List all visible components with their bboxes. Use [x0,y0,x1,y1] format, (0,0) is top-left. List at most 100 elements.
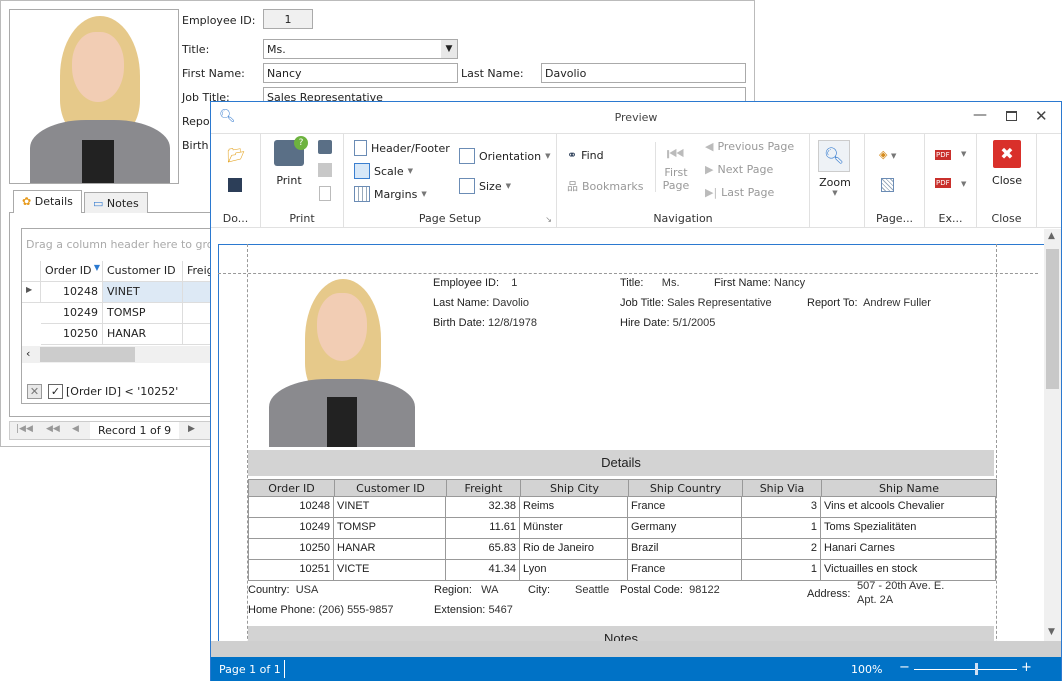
scroll-thumb[interactable] [40,347,135,362]
label: Bookmarks [582,179,644,193]
orientation-button[interactable]: Orientation ▼ [459,148,551,164]
column-label: Order ID [45,264,92,277]
find-button[interactable]: ⚭ Find [567,148,604,162]
report-country-label: Country: [248,584,290,596]
report-employee-id-label: Employee ID: [433,277,500,289]
margins-button[interactable]: Margins ▼ [354,186,427,202]
report-table-cell: Reims [520,497,628,518]
watermark-icon[interactable] [881,178,894,192]
scroll-down-icon[interactable]: ▼ [1048,627,1055,637]
employee-id-field[interactable]: 1 [263,9,313,29]
size-button[interactable]: Size ▼ [459,178,511,194]
zoom-out-button[interactable]: − [899,660,910,675]
report-hire-label: Hire Date: [620,317,670,329]
grid-cell[interactable]: VINET [103,282,183,303]
zoom-slider-thumb[interactable] [974,663,978,675]
report-table-cell: 41.34 [446,560,520,581]
column-header-customer-id[interactable]: Customer ID [103,261,183,282]
tab-notes-label: Notes [106,197,139,210]
tab-details[interactable]: ✿ Details [13,190,82,213]
ribbon-group-close: ✖ Close Close [977,134,1037,228]
close-preview-button[interactable]: ✖ Close [989,140,1025,187]
last-name-field[interactable]: Davolio [541,63,746,83]
save-icon[interactable] [228,178,242,192]
report-last-name-label: Last Name: [433,297,490,309]
last-page-button[interactable]: ▶| Last Page [705,186,774,199]
scroll-left-icon[interactable]: ‹ [26,347,30,360]
tab-notes[interactable]: ▭ Notes [84,192,148,213]
grid-cell[interactable]: 10248 [41,282,103,303]
chevron-down-icon[interactable]: ▼ [441,40,457,58]
report-region-label: Region: [434,584,472,596]
page-options-icon[interactable] [319,186,331,201]
report-country: USA [295,584,319,596]
open-icon[interactable]: 📂︎ [227,148,245,164]
zoom-percent: 100% [851,663,883,676]
report-birth-date: 12/8/1978 [488,317,537,329]
filter-enabled-checkbox[interactable]: ✓ [48,384,63,399]
gear-icon: ✿ [22,195,32,208]
report-title: Ms. [661,277,680,289]
scale-button[interactable]: Scale ▼ [354,163,413,179]
bookmarks-icon: 品 [567,180,578,193]
label: Previous Page [717,140,795,153]
bookmarks-button[interactable]: 品 Bookmarks [567,178,643,194]
page-setup-dialog-launcher[interactable]: ↘ [545,215,552,224]
clear-filter-icon[interactable]: ✕ [27,384,42,399]
print-dialog-icon[interactable] [318,163,332,177]
report-report-to-label: Report To: [807,297,858,309]
page-color-icon[interactable]: ◈ ▼ [879,148,896,161]
prev-page-icon[interactable]: ◀◀ [46,424,60,434]
label: Find [581,148,604,162]
maximize-button[interactable] [1006,111,1017,121]
quick-print-icon[interactable] [318,140,332,154]
first-name-label: First Name: [182,67,245,80]
prev-record-icon[interactable]: ◀ [72,424,79,434]
export-pdf-icon[interactable]: PDF [935,150,951,160]
report-city-label: City: [528,584,550,596]
report-postal-label: Postal Code: [620,584,683,596]
email-pdf-icon[interactable]: PDF [935,178,951,188]
report-hire-date: 5/1/2005 [672,317,716,329]
title-combo[interactable]: Ms. ▼ [263,39,458,59]
report-table-cell: 10248 [248,497,334,518]
column-header-order-id[interactable]: Order ID ▼ [41,261,103,282]
report-table-cell: 1 [742,560,821,581]
label: Scale [374,164,404,178]
report-first-name: Nancy [773,277,806,289]
filter-text[interactable]: [Order ID] < '10252' [66,385,178,398]
ribbon-group-export: PDF ▼ PDF ▼ Ex... [925,134,977,228]
zoom-in-button[interactable]: + [1021,660,1032,675]
grid-cell[interactable]: TOMSP [103,303,183,324]
minimize-button[interactable]: — [973,107,987,123]
report-postal-code: 98122 [689,584,720,596]
vertical-scrollbar[interactable]: ▲ ▼ [1044,229,1061,641]
zoom-button[interactable]: 🔍︎ Zoom ▼ [818,140,852,197]
first-page-button[interactable]: ⏮︎ First Page [655,142,695,192]
header-footer-button[interactable]: Header/Footer [354,140,450,156]
next-page-button[interactable]: ▶ Next Page [705,163,773,176]
horizontal-scrollbar[interactable] [211,641,1061,657]
report-address-line-1: 507 - 20th Ave. E. [857,580,945,592]
next-record-icon[interactable]: ▶ [188,424,195,434]
filter-icon[interactable]: ▼ [94,263,100,272]
previous-page-button[interactable]: ◀ Previous Page [705,140,794,153]
first-name-field[interactable]: Nancy [263,63,458,83]
note-icon: ▭ [93,197,104,210]
zoom-slider[interactable] [914,669,1017,670]
report-last-name: Davolio [492,297,529,309]
report-phone-label: Home Phone: [248,604,316,616]
grid-cell[interactable]: HANAR [103,324,183,345]
grid-cell[interactable]: 10249 [41,303,103,324]
print-button[interactable]: ? Print [271,136,308,187]
close-window-button[interactable]: ✕ [1035,107,1048,125]
label: Last Page [721,186,775,199]
first-record-icon[interactable]: |◀◀ [16,424,33,434]
orientation-icon [459,148,475,164]
grid-cell[interactable]: 10250 [41,324,103,345]
header-footer-icon [354,140,367,156]
title-bar: 🔍︎ Preview — ✕ [211,102,1061,134]
vertical-scroll-thumb[interactable] [1046,249,1059,389]
scroll-up-icon[interactable]: ▲ [1048,231,1055,241]
horizontal-scrollbar[interactable]: ‹ [22,346,222,363]
